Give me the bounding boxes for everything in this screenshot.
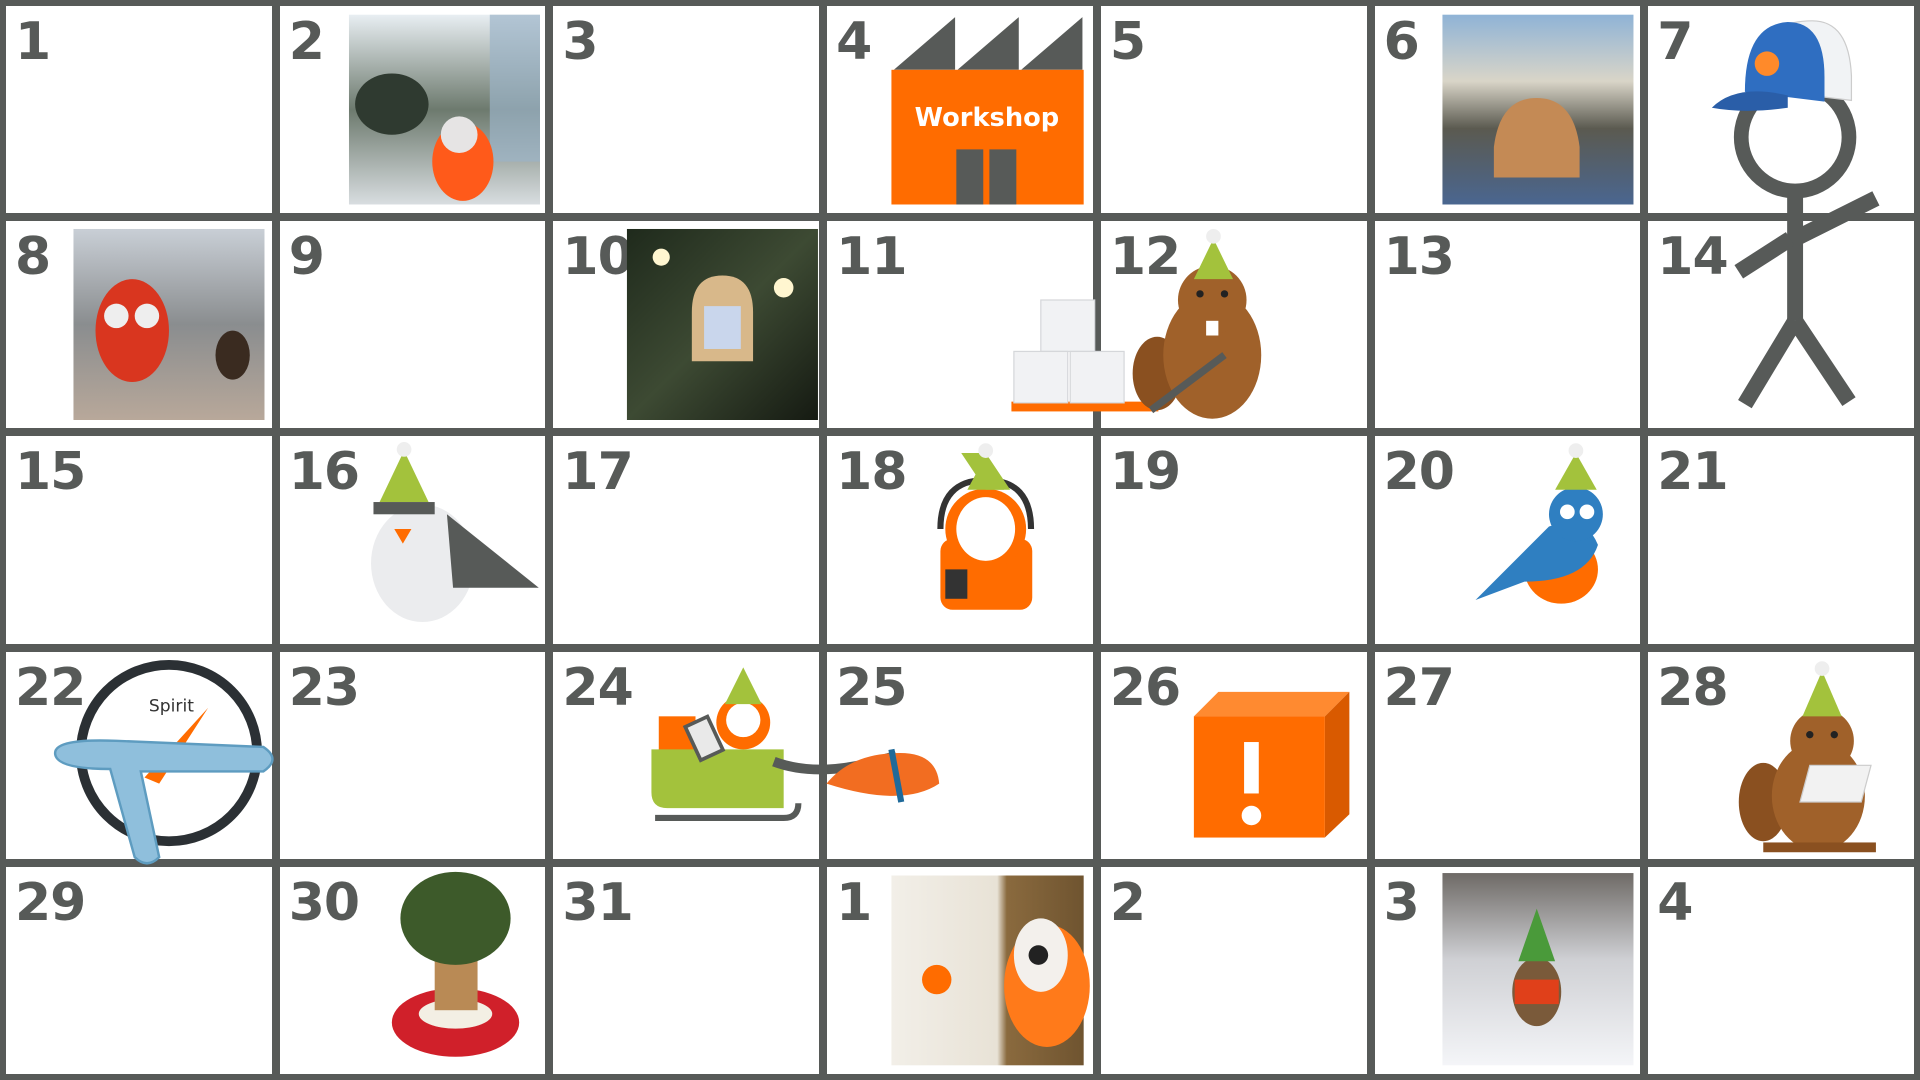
calendar-day-cell[interactable]: 15 xyxy=(6,436,272,644)
day-number: 31 xyxy=(562,872,633,933)
day-number: 30 xyxy=(288,872,360,933)
calendar-day-cell[interactable]: 13 xyxy=(1374,221,1641,429)
day-number: 28 xyxy=(1657,657,1728,718)
calendar-day-cell[interactable]: 18 xyxy=(827,436,1093,644)
calendar-day-cell[interactable]: 26 xyxy=(1100,651,1367,859)
day-number: 5 xyxy=(1109,12,1146,72)
day-number: 2 xyxy=(288,12,325,72)
calendar-day-cell[interactable]: 5 xyxy=(1100,6,1367,214)
day-number: 3 xyxy=(562,12,598,72)
day-number: 1 xyxy=(836,872,872,933)
day-number: 15 xyxy=(15,442,86,503)
day-number: 4 xyxy=(1657,872,1693,933)
calendar-day-cell[interactable]: 19 xyxy=(1100,436,1367,644)
calendar-day-cell[interactable]: 2 xyxy=(1100,866,1367,1074)
day-number: 22 xyxy=(15,657,86,718)
day-number: 17 xyxy=(562,442,633,503)
calendar-day-cell[interactable]: 6 xyxy=(1374,6,1641,214)
day-number: 20 xyxy=(1383,442,1455,503)
day-number: 4 xyxy=(836,12,872,72)
calendar-day-cell[interactable]: 8 xyxy=(6,221,272,429)
day-number: 12 xyxy=(1109,227,1181,288)
calendar-day-cell[interactable]: 12 xyxy=(1100,221,1367,429)
calendar-day-cell[interactable]: 1 xyxy=(6,6,272,214)
day-number: 23 xyxy=(288,657,360,718)
day-number: 7 xyxy=(1657,12,1693,72)
calendar-day-cell[interactable]: 29 xyxy=(6,866,272,1074)
day-number: 9 xyxy=(288,227,325,288)
calendar-day-cell[interactable]: 3 xyxy=(1374,866,1641,1074)
calendar-day-cell[interactable]: 20 xyxy=(1374,436,1641,644)
day-number: 1 xyxy=(15,12,51,72)
day-number: 26 xyxy=(1109,657,1181,718)
day-number: 11 xyxy=(836,227,907,288)
calendar-day-cell[interactable]: 4 xyxy=(1648,866,1914,1074)
day-number: 27 xyxy=(1383,657,1455,718)
day-number: 3 xyxy=(1383,872,1420,933)
day-number: 8 xyxy=(15,227,51,288)
calendar-day-cell[interactable]: 23 xyxy=(279,651,546,859)
day-number: 10 xyxy=(562,227,633,288)
calendar-day-cell[interactable]: 31 xyxy=(553,866,820,1074)
calendar-day-cell[interactable]: 16 xyxy=(279,436,546,644)
calendar-day-cell[interactable]: 10 xyxy=(553,221,820,429)
advent-calendar-grid: 1 2 3 4 5 6 7 8 9 10 11 12 13 14 15 16 17 18 19 20 21 22 23 24 2… xyxy=(0,0,1920,1080)
day-number: 21 xyxy=(1657,442,1728,503)
day-number: 16 xyxy=(288,442,360,503)
calendar-day-cell[interactable]: 7 xyxy=(1648,6,1914,214)
calendar-day-cell[interactable]: 27 xyxy=(1374,651,1641,859)
day-number: 13 xyxy=(1383,227,1455,288)
calendar-day-cell[interactable]: 25 xyxy=(827,651,1093,859)
day-number: 25 xyxy=(836,657,907,718)
day-number: 29 xyxy=(15,872,86,933)
calendar-day-cell[interactable]: 4 xyxy=(827,6,1093,214)
calendar-day-cell[interactable]: 24 xyxy=(553,651,820,859)
day-number: 2 xyxy=(1109,872,1146,933)
calendar-day-cell[interactable]: 11 xyxy=(827,221,1093,429)
calendar-day-cell[interactable]: 28 xyxy=(1648,651,1914,859)
day-number: 14 xyxy=(1657,227,1728,288)
calendar-day-cell[interactable]: 2 xyxy=(279,6,546,214)
day-number: 19 xyxy=(1109,442,1181,503)
calendar-day-cell[interactable]: 22 xyxy=(6,651,272,859)
calendar-day-cell[interactable]: 30 xyxy=(279,866,546,1074)
day-number: 18 xyxy=(836,442,907,503)
calendar-day-cell[interactable]: 1 xyxy=(827,866,1093,1074)
calendar-day-cell[interactable]: 21 xyxy=(1648,436,1914,644)
calendar-day-cell[interactable]: 14 xyxy=(1648,221,1914,429)
calendar-day-cell[interactable]: 3 xyxy=(553,6,820,214)
calendar-day-cell[interactable]: 17 xyxy=(553,436,820,644)
calendar-day-cell[interactable]: 9 xyxy=(279,221,546,429)
day-number: 24 xyxy=(562,657,633,718)
day-number: 6 xyxy=(1383,12,1420,72)
